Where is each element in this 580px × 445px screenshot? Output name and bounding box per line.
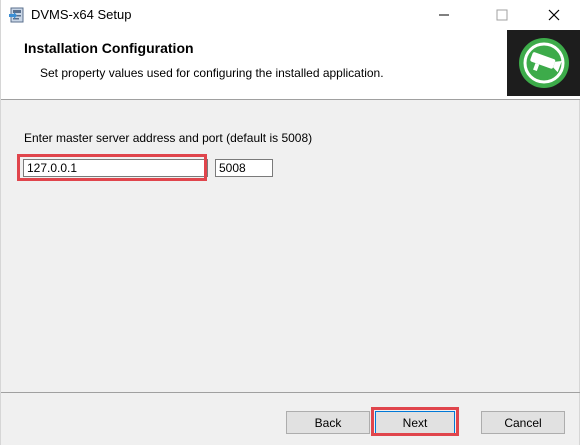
close-icon bbox=[548, 9, 560, 21]
server-port-field[interactable]: 5008 bbox=[215, 159, 273, 177]
footer-divider bbox=[1, 392, 580, 393]
server-address-field[interactable]: 127.0.0.1 bbox=[23, 159, 208, 177]
title-bar[interactable]: DVMS-x64 Setup bbox=[1, 0, 580, 30]
page-title: Installation Configuration bbox=[24, 40, 194, 56]
installer-app-icon bbox=[8, 6, 26, 24]
maximize-icon bbox=[496, 9, 508, 21]
minimize-icon bbox=[439, 14, 449, 16]
next-button[interactable]: Next bbox=[375, 411, 455, 434]
header-banner: Installation Configuration Set property … bbox=[1, 30, 580, 100]
page-subtitle: Set property values used for configuring… bbox=[40, 66, 384, 80]
cancel-button[interactable]: Cancel bbox=[481, 411, 565, 434]
back-button[interactable]: Back bbox=[286, 411, 370, 434]
window-title: DVMS-x64 Setup bbox=[31, 7, 132, 22]
security-camera-icon bbox=[519, 38, 569, 88]
maximize-button[interactable] bbox=[479, 0, 525, 30]
minimize-button[interactable] bbox=[421, 0, 467, 30]
address-prompt-label: Enter master server address and port (de… bbox=[24, 131, 313, 145]
setup-window: DVMS-x64 Setup Installation Configuratio… bbox=[0, 0, 580, 445]
product-logo bbox=[507, 30, 580, 96]
close-button[interactable] bbox=[531, 0, 577, 30]
